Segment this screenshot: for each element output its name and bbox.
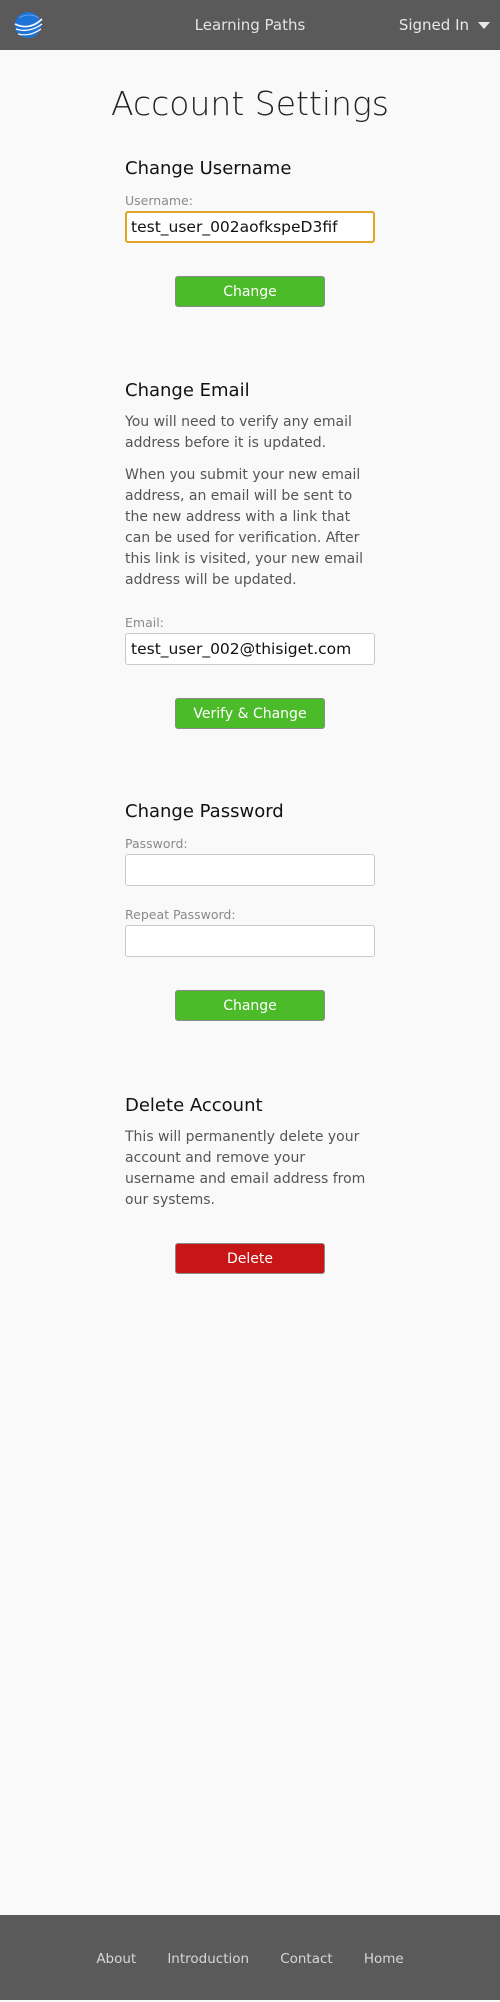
footer-link-home[interactable]: Home xyxy=(364,1951,404,1967)
user-menu-label: Signed In xyxy=(398,16,469,34)
top-bar: Learning Paths Signed In xyxy=(0,0,500,50)
change-password-heading: Change Password xyxy=(125,801,284,822)
password-input[interactable] xyxy=(125,854,375,886)
change-password-button[interactable]: Change xyxy=(175,990,325,1021)
footer-link-introduction[interactable]: Introduction xyxy=(167,1951,249,1967)
username-input[interactable] xyxy=(125,211,375,243)
email-verify-note: You will need to verify any email addres… xyxy=(125,414,352,451)
email-label: Email: xyxy=(125,615,164,630)
delete-account-note: This will permanently delete your accoun… xyxy=(125,1129,366,1208)
change-email-heading: Change Email xyxy=(125,380,250,401)
user-menu[interactable]: Signed In xyxy=(399,0,490,50)
delete-account-section: Delete Account This will permanently del… xyxy=(125,1095,375,1274)
change-email-section: Change Email You will need to verify any… xyxy=(125,380,375,729)
footer: About Introduction Contact Home xyxy=(0,1915,500,2000)
repeat-password-label: Repeat Password: xyxy=(125,907,236,922)
footer-link-about[interactable]: About xyxy=(96,1951,136,1967)
chevron-down-icon xyxy=(478,22,490,29)
page-title: Account Settings xyxy=(111,84,389,123)
change-username-section: Change Username Username: Change xyxy=(125,158,375,307)
delete-account-heading: Delete Account xyxy=(125,1095,263,1116)
change-username-heading: Change Username xyxy=(125,158,292,179)
verify-change-email-button[interactable]: Verify & Change xyxy=(175,698,325,729)
change-username-button[interactable]: Change xyxy=(175,276,325,307)
repeat-password-input[interactable] xyxy=(125,925,375,957)
email-input[interactable] xyxy=(125,633,375,665)
change-password-section: Change Password Password: Repeat Passwor… xyxy=(125,801,375,1021)
password-label: Password: xyxy=(125,836,188,851)
username-label: Username: xyxy=(125,193,193,208)
footer-links: About Introduction Contact Home xyxy=(0,1915,500,2000)
delete-account-button[interactable]: Delete xyxy=(175,1243,325,1274)
email-process-note: When you submit your new email address, … xyxy=(125,467,364,588)
footer-link-contact[interactable]: Contact xyxy=(280,1951,333,1967)
